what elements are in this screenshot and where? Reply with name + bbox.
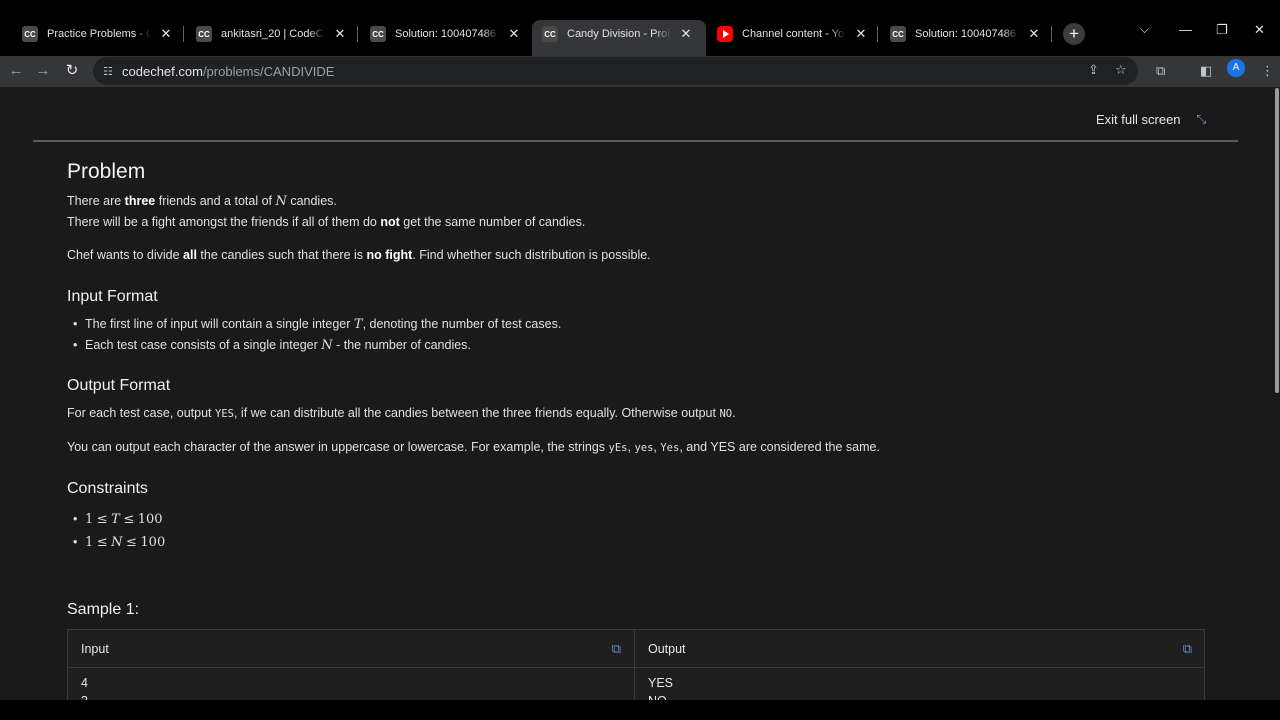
sample-output-column: Output ⧉ YES NO	[635, 630, 1205, 708]
profile-avatar[interactable]: A	[1227, 59, 1245, 77]
extensions-puzzle-icon[interactable]: ⧉	[1156, 63, 1165, 79]
exit-fullscreen-label: Exit full screen	[1096, 112, 1181, 127]
list-item: The first line of input will contain a s…	[73, 314, 1207, 335]
divider	[33, 140, 1238, 142]
constraint-item: 1 ≤ N ≤ 100	[67, 531, 1207, 554]
problem-statement: Problem There are three friends and a to…	[67, 160, 1207, 554]
bookmark-star-icon[interactable]: ☆	[1115, 62, 1127, 78]
close-tab-icon[interactable]: ✕	[854, 26, 868, 42]
copy-icon[interactable]: ⧉	[612, 641, 621, 657]
sample-line: YES	[648, 676, 674, 690]
restore-window-icon[interactable]: ❐	[1216, 22, 1228, 38]
copy-icon[interactable]: ⧉	[1183, 641, 1192, 657]
intro-line-3: Chef wants to divide all the candies suc…	[67, 248, 651, 262]
tab-practice-problems[interactable]: CC Practice Problems - CodeChef ✕	[12, 20, 173, 48]
close-tab-icon[interactable]: ✕	[679, 26, 693, 42]
input-format-list: The first line of input will contain a s…	[73, 314, 1207, 356]
sample-title: Sample 1:	[67, 601, 140, 618]
codechef-favicon-icon: CC	[542, 26, 558, 42]
output-format-line-2: You can output each character of the ans…	[67, 440, 880, 454]
tab-youtube-channel[interactable]: Channel content - YouTube ✕	[707, 20, 868, 48]
close-tab-icon[interactable]: ✕	[507, 26, 521, 42]
share-icon[interactable]: ⇪	[1088, 62, 1099, 78]
tab-user-profile[interactable]: CC ankitasri_20 | CodeChef User ✕	[186, 20, 347, 48]
constraint-item: 1 ≤ T ≤ 100	[67, 508, 1207, 531]
tab-title: Candy Division - Problems	[567, 28, 671, 40]
sample-line: 4	[81, 676, 88, 690]
forward-arrow-icon[interactable]: →	[32, 60, 54, 82]
sample-io-table: Input ⧉ 4 3 Output ⧉ YES NO	[67, 629, 1205, 709]
url-text[interactable]: codechef.com/problems/CANDIVIDE	[122, 64, 334, 79]
tab-title: ankitasri_20 | CodeChef User	[221, 28, 325, 40]
codechef-favicon-icon: CC	[196, 26, 212, 42]
minimize-window-icon[interactable]: —	[1179, 22, 1192, 37]
collapse-arrows-icon: ⤡	[1196, 112, 1207, 126]
page-title: Problem	[67, 160, 146, 183]
tab-solution-2[interactable]: CC Solution: 100407486 - CodeChef ✕	[880, 20, 1041, 48]
sample-input-header: Input ⧉	[68, 630, 634, 668]
output-format-heading: Output Format	[67, 377, 171, 394]
side-panel-icon[interactable]: ◧	[1200, 63, 1212, 79]
constraints-heading: Constraints	[67, 480, 148, 497]
tab-solution-1[interactable]: CC Solution: 100407486 - CodeChef ✕	[360, 20, 521, 48]
list-item: Each test case consists of a single inte…	[73, 335, 1207, 356]
youtube-favicon-icon	[717, 26, 733, 42]
address-bar[interactable]: ☷ codechef.com/problems/CANDIVIDE ⇪ ☆	[93, 57, 1138, 85]
input-format-heading: Input Format	[67, 288, 158, 305]
intro-line-2: There will be a fight amongst the friend…	[67, 215, 586, 229]
browser-tab-strip: CC Practice Problems - CodeChef ✕ CC ank…	[0, 0, 1280, 56]
tab-title: Practice Problems - CodeChef	[47, 28, 151, 40]
tab-title: Solution: 100407486 - CodeChef	[915, 28, 1019, 40]
close-tab-icon[interactable]: ✕	[333, 26, 347, 42]
back-arrow-icon[interactable]: ←	[5, 60, 27, 82]
tab-candy-division[interactable]: CC Candy Division - Problems ✕	[532, 20, 706, 56]
reload-icon[interactable]: ↻	[61, 60, 83, 82]
browser-toolbar: ← → ↻ ☷ codechef.com/problems/CANDIVIDE …	[0, 56, 1280, 87]
intro-line-1: There are three friends and a total of N…	[67, 194, 337, 209]
exit-fullscreen-button[interactable]: Exit full screen ⤡	[1096, 112, 1206, 127]
browser-menu-icon[interactable]: ⋮	[1261, 63, 1274, 79]
close-tab-icon[interactable]: ✕	[1027, 26, 1041, 42]
close-tab-icon[interactable]: ✕	[159, 26, 173, 42]
codechef-favicon-icon: CC	[890, 26, 906, 42]
new-tab-button[interactable]: +	[1063, 23, 1085, 45]
tab-title: Solution: 100407486 - CodeChef	[395, 28, 499, 40]
sample-input-column: Input ⧉ 4 3	[68, 630, 635, 708]
constraints-list: 1 ≤ T ≤ 100 1 ≤ N ≤ 100	[67, 508, 1207, 554]
codechef-favicon-icon: CC	[370, 26, 386, 42]
output-format-line-1: For each test case, output YES, if we ca…	[67, 406, 736, 420]
sample-output-label: Output	[648, 641, 686, 656]
page-scrollbar[interactable]	[1275, 88, 1279, 393]
sample-input-label: Input	[81, 641, 109, 656]
tab-search-chevron-icon[interactable]: ⌵	[1140, 22, 1149, 37]
close-window-icon[interactable]: ✕	[1254, 22, 1265, 38]
sample-output-header: Output ⧉	[635, 630, 1205, 668]
tab-title: Channel content - YouTube	[742, 28, 846, 40]
site-settings-icon[interactable]: ☷	[103, 65, 117, 78]
codechef-favicon-icon: CC	[22, 26, 38, 42]
screen-bottom-bar	[0, 700, 1280, 720]
